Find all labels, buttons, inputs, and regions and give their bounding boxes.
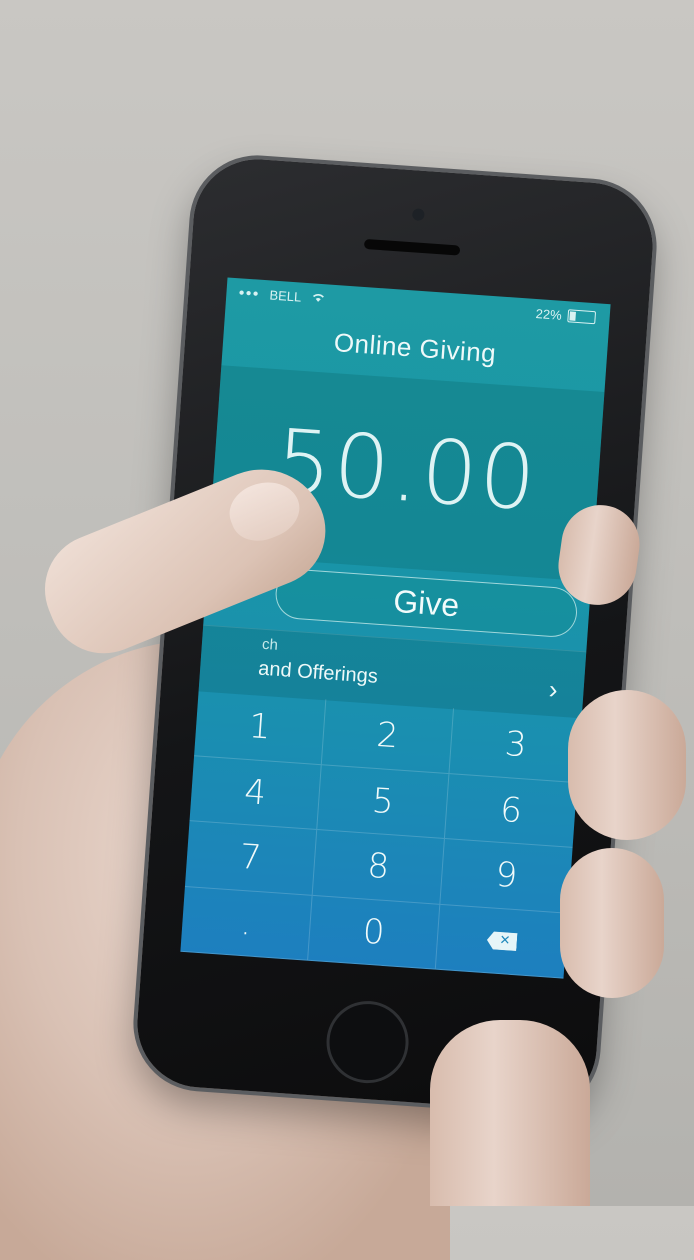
finger [430,1020,590,1206]
key-4[interactable]: 4 [189,755,322,831]
key-1[interactable]: 1 [194,690,327,765]
phone-screen: ●●● BELL 22% Online Giving 50.00 Give ch… [180,277,611,979]
battery-icon [567,309,597,325]
give-button[interactable]: Give [273,567,579,639]
key-0[interactable]: 0 [308,895,441,970]
wifi-icon [311,291,326,306]
fund-name: and Offerings [257,657,379,688]
home-button[interactable] [323,998,412,1086]
key-9[interactable]: 9 [440,838,573,914]
key-5[interactable]: 5 [317,764,450,839]
fund-caption: ch [261,635,279,654]
carrier-label: BELL [269,287,302,305]
thumbnail [221,471,308,550]
finger [560,848,664,998]
key-backspace[interactable]: ✕ [435,904,569,979]
earpiece-speaker [363,238,461,256]
finger [568,690,686,840]
key-8[interactable]: 8 [312,830,445,905]
chevron-right-icon: › [547,673,559,705]
front-camera [411,208,425,222]
key-2[interactable]: 2 [321,699,455,774]
key-decimal[interactable]: . [180,886,313,961]
backspace-icon: ✕ [486,931,517,951]
key-7[interactable]: 7 [184,821,318,896]
key-6[interactable]: 6 [444,773,578,848]
key-3[interactable]: 3 [449,708,582,783]
numeric-keypad: 1 2 3 4 5 6 7 8 9 . 0 ✕ [180,690,582,979]
signal-strength-icon: ●●● [238,287,260,300]
battery-percentage: 22% [535,306,563,323]
